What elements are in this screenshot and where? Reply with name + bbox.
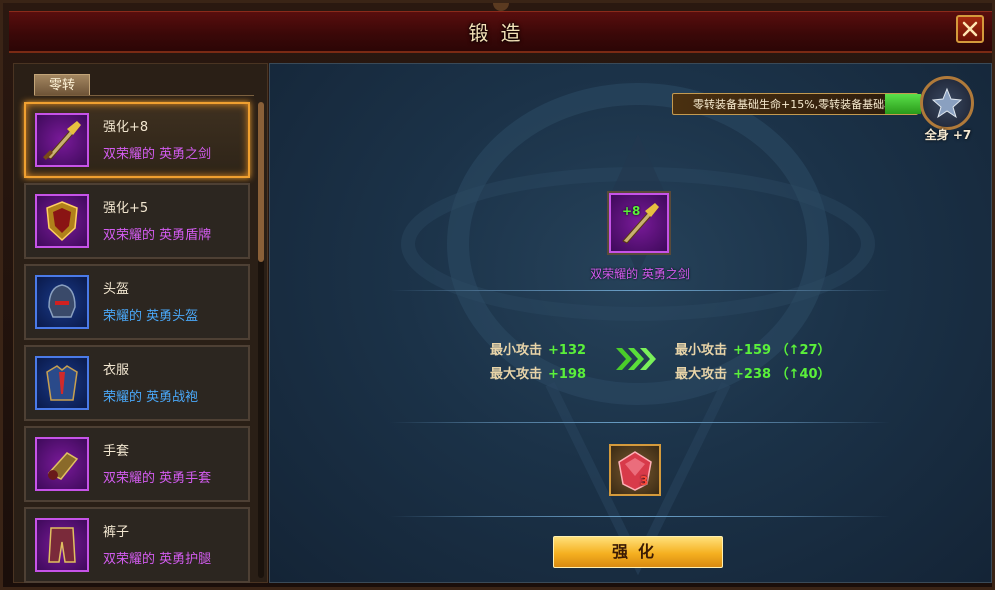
strengthen-button[interactable]: 强化 <box>553 536 723 568</box>
next-max-attack: 最大攻击 +238 （↑40） <box>675 363 831 382</box>
item-enhance-level: 强化+8 <box>103 120 149 135</box>
tab-zero-rebirth[interactable]: 零转 <box>34 74 90 96</box>
current-min-attack: 最小攻击 +132 <box>490 339 586 358</box>
item-name: 双荣耀的 英勇之剑 <box>103 147 212 162</box>
tab-divider <box>34 95 254 96</box>
item-enhance-level: 强化+5 <box>103 201 149 216</box>
item-name: 双荣耀的 英勇手套 <box>103 471 212 486</box>
stat-increase: （↑27） <box>775 343 831 358</box>
stat-value: +238 <box>733 367 772 382</box>
stat-value: +132 <box>548 343 587 358</box>
item-name: 荣耀的 英勇战袍 <box>103 390 199 405</box>
list-scrollbar[interactable] <box>258 102 264 578</box>
item-slot-name: 头盔 <box>103 282 130 297</box>
leggings-icon <box>48 527 76 563</box>
total-enhance-badge[interactable] <box>920 76 974 130</box>
item-slot-name: 裤子 <box>103 525 130 540</box>
stat-label: 最大攻击 <box>675 367 728 382</box>
divider <box>390 516 890 517</box>
stat-value: +198 <box>548 367 587 382</box>
close-icon <box>962 21 978 37</box>
shield-icon <box>46 201 78 242</box>
sword-icon <box>43 121 81 160</box>
divider <box>390 422 890 423</box>
scrollbar-thumb[interactable] <box>258 102 264 262</box>
item-name: 荣耀的 英勇头盔 <box>103 309 199 324</box>
item-slot <box>35 194 89 248</box>
item-name: 双荣耀的 英勇盾牌 <box>103 228 212 243</box>
item-slot-name: 衣服 <box>103 363 130 378</box>
helmet-icon <box>48 284 76 318</box>
star-emblem-icon <box>931 87 963 119</box>
next-min-attack: 最小攻击 +159 （↑27） <box>675 339 831 358</box>
item-name: 双荣耀的 英勇护腿 <box>103 552 212 567</box>
window-title: 锻造 <box>468 21 533 45</box>
glove-icon <box>47 452 79 480</box>
armor-icon <box>46 365 78 401</box>
selected-item-slot <box>607 191 671 255</box>
stat-label: 最小攻击 <box>675 343 728 358</box>
background-emblem <box>401 83 875 576</box>
stat-label: 最小攻击 <box>490 343 543 358</box>
title-bar: 锻造 <box>9 11 992 53</box>
equipment-item-shield[interactable]: 强化+5 双荣耀的 英勇盾牌 <box>24 183 250 259</box>
close-button[interactable] <box>956 15 984 43</box>
bonus-progress-indicator <box>885 94 921 114</box>
equipment-item-sword[interactable]: 强化+8 双荣耀的 英勇之剑 <box>24 102 250 178</box>
forge-window: 锻造 零转 强化+8 双荣耀的 英勇之剑 强化+5 双荣耀的 英勇盾牌 头盔 荣… <box>0 0 995 590</box>
item-slot-name: 手套 <box>103 444 130 459</box>
upgrade-arrow-icon <box>616 348 656 370</box>
frame-ornament <box>493 3 509 11</box>
divider <box>390 290 890 291</box>
item-slot <box>35 437 89 491</box>
stat-label: 最大攻击 <box>490 367 543 382</box>
equipment-item-helmet[interactable]: 头盔 荣耀的 英勇头盔 <box>24 264 250 340</box>
item-slot <box>35 113 89 167</box>
selected-item-enhance-level: +8 <box>622 204 641 218</box>
item-slot <box>35 518 89 572</box>
equipment-item-gloves[interactable]: 手套 双荣耀的 英勇手套 <box>24 426 250 502</box>
current-max-attack: 最大攻击 +198 <box>490 363 586 382</box>
selected-item-name: 双荣耀的 英勇之剑 <box>590 267 690 281</box>
forge-panel: 零转装备基础生命+15%,零转装备基础攻击+15% 全身 +7 +8 双荣耀的 … <box>269 63 992 583</box>
material-count: 3 <box>640 474 649 488</box>
stat-value: +159 <box>733 343 772 358</box>
equipment-item-leggings[interactable]: 裤子 双荣耀的 英勇护腿 <box>24 507 250 583</box>
rebirth-bonus-text: 零转装备基础生命+15%,零转装备基础攻击+15% <box>672 93 918 115</box>
material-slot[interactable] <box>609 444 661 496</box>
item-slot <box>35 356 89 410</box>
equipment-item-armor[interactable]: 衣服 荣耀的 英勇战袍 <box>24 345 250 421</box>
item-slot <box>35 275 89 329</box>
total-enhance-label: 全身 +7 <box>924 128 972 142</box>
equipment-list-panel: 零转 强化+8 双荣耀的 英勇之剑 强化+5 双荣耀的 英勇盾牌 头盔 荣耀的 … <box>13 63 268 583</box>
stat-increase: （↑40） <box>775 367 831 382</box>
ruby-gem-icon <box>618 451 652 491</box>
